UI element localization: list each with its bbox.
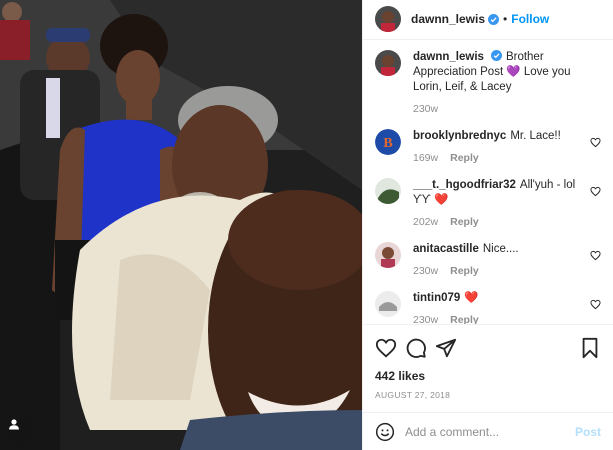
comment-username[interactable]: brooklynbrednyc [413, 130, 506, 142]
caption-text: dawnn_lewis Brother Appreciation Post 💜 L… [413, 49, 585, 95]
author-avatar[interactable] [375, 6, 401, 33]
post-header: dawnn_lewis • Follow [363, 0, 613, 40]
comment-item: anitacastille Nice.... 230w Reply [375, 241, 601, 277]
commenter-avatar[interactable] [375, 177, 401, 204]
comment-meta: 230w Reply [413, 265, 585, 277]
user-tag-icon [9, 419, 19, 430]
reply-button[interactable]: Reply [450, 314, 479, 325]
post-side-panel: dawnn_lewis • Follow dawnn_lewis Brother … [362, 0, 613, 450]
reply-button[interactable]: Reply [450, 265, 479, 277]
separator-dot: • [503, 12, 508, 27]
tag-people-button[interactable] [8, 418, 32, 442]
comment-meta: 169w Reply [413, 152, 585, 164]
like-count[interactable]: 442 likes [375, 369, 601, 383]
comment-username[interactable]: anitacastille [413, 243, 479, 255]
verified-badge-icon [488, 13, 500, 25]
emoji-icon[interactable] [375, 422, 395, 442]
add-comment-input[interactable] [405, 424, 575, 439]
comment-time[interactable]: 169w [413, 152, 438, 164]
post-photo[interactable] [0, 0, 362, 450]
comment-heart-icon[interactable] [590, 137, 601, 148]
comment-body: tintin079 ❤️ 230w Reply [413, 291, 601, 325]
comment-icon[interactable] [405, 337, 427, 359]
comment-body: ___t._hgoodfriar32 All'yuh - lol ƳƳ ❤️ 20… [413, 178, 601, 228]
caption: dawnn_lewis Brother Appreciation Post 💜 L… [375, 49, 601, 115]
commenter-avatar[interactable] [375, 290, 401, 317]
caption-username[interactable]: dawnn_lewis [413, 51, 484, 63]
commenter-avatar[interactable] [375, 241, 401, 268]
comment-item: ___t._hgoodfriar32 All'yuh - lol ƳƳ ❤️ 20… [375, 177, 601, 228]
post-date[interactable]: AUGUST 27, 2018 [375, 390, 601, 400]
comment-time[interactable]: 230w [413, 314, 438, 325]
heart-icon[interactable] [375, 337, 397, 359]
commenter-avatar[interactable]: B [375, 128, 401, 155]
bookmark-icon[interactable] [579, 337, 601, 359]
comment-item: tintin079 ❤️ 230w Reply [375, 290, 601, 325]
comment-text: tintin079 ❤️ [413, 291, 585, 306]
comment-content: Nice.... [482, 242, 519, 255]
comment-body: brooklynbrednyc Mr. Lace!! 169w Reply [413, 129, 601, 164]
comment-time[interactable]: 230w [413, 265, 438, 277]
comment-username[interactable]: ___t._hgoodfriar32 [413, 179, 516, 191]
comment-content: Mr. Lace!! [510, 129, 561, 142]
comment-heart-icon[interactable] [590, 299, 601, 310]
comment-item: B brooklynbrednyc Mr. Lace!! 169w Reply [375, 128, 601, 164]
add-comment-bar: Post [363, 412, 613, 450]
caption-time[interactable]: 230w [413, 103, 438, 115]
comment-meta: 230w Reply [413, 314, 585, 325]
comment-text: ___t._hgoodfriar32 All'yuh - lol ƳƳ ❤️ [413, 178, 585, 208]
post-actions: 442 likes AUGUST 27, 2018 [363, 324, 613, 412]
comment-heart-icon[interactable] [590, 250, 601, 261]
reply-button[interactable]: Reply [450, 152, 479, 164]
verified-badge-icon [490, 49, 502, 61]
comment-content: ❤️ [464, 291, 479, 304]
comment-text: brooklynbrednyc Mr. Lace!! [413, 129, 585, 144]
action-bar [375, 333, 601, 363]
reply-button[interactable]: Reply [450, 216, 479, 228]
comment-time[interactable]: 202w [413, 216, 438, 228]
comment-body: anitacastille Nice.... 230w Reply [413, 242, 601, 277]
instagram-post-modal: dawnn_lewis • Follow dawnn_lewis Brother … [0, 0, 613, 450]
comments-list[interactable]: dawnn_lewis Brother Appreciation Post 💜 L… [363, 40, 613, 325]
comment-username[interactable]: tintin079 [413, 292, 460, 304]
paper-plane-icon[interactable] [435, 337, 457, 359]
post-comment-button[interactable]: Post [575, 425, 601, 439]
selfie-image [0, 0, 362, 450]
caption-body: dawnn_lewis Brother Appreciation Post 💜 L… [413, 49, 601, 115]
follow-button[interactable]: Follow [511, 12, 549, 26]
comment-meta: 202w Reply [413, 216, 585, 228]
caption-meta: 230w [413, 103, 585, 115]
svg-text:B: B [383, 136, 392, 151]
comment-text: anitacastille Nice.... [413, 242, 585, 257]
comment-heart-icon[interactable] [590, 186, 601, 197]
author-username[interactable]: dawnn_lewis [411, 12, 485, 26]
author-avatar[interactable] [375, 49, 401, 76]
